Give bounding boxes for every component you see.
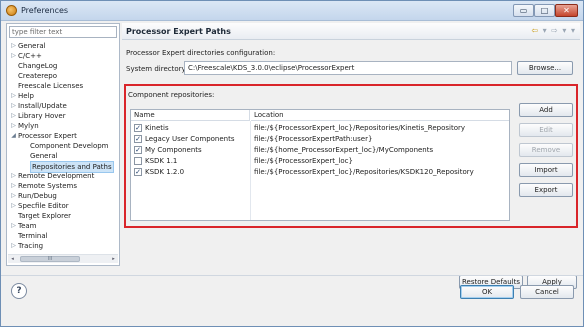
- scroll-left-icon[interactable]: ◂: [8, 255, 17, 263]
- expand-arrow-icon: [10, 71, 17, 81]
- repo-checkbox[interactable]: ✓: [134, 124, 142, 132]
- expand-arrow-icon: [10, 211, 17, 221]
- import-button[interactable]: Import: [519, 163, 573, 177]
- filter-input[interactable]: [9, 26, 117, 38]
- page-nav-arrows: ⇦ ▾ ⇨ ▾ ▾: [531, 26, 576, 35]
- window-title: Preferences: [21, 6, 69, 15]
- help-icon[interactable]: ?: [11, 283, 27, 299]
- repo-location: file:/${ProcessorExpert_loc}: [254, 157, 353, 165]
- back-arrow-icon[interactable]: ⇦: [531, 26, 539, 35]
- repo-checkbox[interactable]: ✓: [134, 168, 142, 176]
- edit-button[interactable]: Edit: [519, 123, 573, 137]
- preferences-tree: ▷ General ▷ C/C++ ChangeLog Createrepo Fre…: [10, 41, 114, 251]
- forward-menu-icon[interactable]: ▾: [562, 26, 567, 35]
- remove-button[interactable]: Remove: [519, 143, 573, 157]
- column-header-location[interactable]: Location: [251, 110, 509, 121]
- repo-location: file:/${ProcessorExpert_loc}/Repositorie…: [254, 124, 465, 132]
- column-header-name[interactable]: Name: [131, 110, 250, 121]
- expand-arrow-icon[interactable]: ▷: [10, 121, 17, 131]
- repo-checkbox[interactable]: [134, 157, 142, 165]
- table-row[interactable]: ✓ Legacy User Components file:/${Process…: [131, 134, 509, 145]
- expand-arrow-icon[interactable]: ▷: [10, 41, 17, 51]
- expand-arrow-icon[interactable]: ▷: [10, 51, 17, 61]
- repo-name: Kinetis: [145, 124, 169, 132]
- expand-arrow-icon: [10, 231, 17, 241]
- table-row[interactable]: KSDK 1.1 file:/${ProcessorExpert_loc}: [131, 156, 509, 167]
- browse-button[interactable]: Browse...: [517, 61, 573, 75]
- app-icon: [6, 5, 17, 16]
- nav-horizontal-scrollbar[interactable]: ◂ III ▸: [8, 254, 118, 263]
- system-directory-label: System directory: [126, 65, 186, 73]
- expand-arrow-icon[interactable]: ▷: [10, 181, 17, 191]
- repo-name: My Components: [145, 146, 202, 154]
- preferences-window: Preferences ▭ □ ✕ ▷General ▷C/C++ Change…: [0, 0, 584, 327]
- scroll-thumb[interactable]: III: [20, 256, 80, 262]
- repo-name: KSDK 1.1: [145, 157, 178, 165]
- ok-button[interactable]: OK: [460, 285, 514, 299]
- expand-arrow-icon: [10, 61, 17, 71]
- repo-checkbox[interactable]: ✓: [134, 146, 142, 154]
- footer-divider: [1, 275, 583, 276]
- preference-page: Processor Expert Paths ⇦ ▾ ⇨ ▾ ▾ Process…: [122, 23, 580, 289]
- cancel-button[interactable]: Cancel: [520, 285, 574, 299]
- component-repositories-label: Component repositories:: [128, 91, 215, 99]
- table-row[interactable]: ✓ My Components file:/${home_ProcessorEx…: [131, 145, 509, 156]
- repo-name: KSDK 1.2.0: [145, 168, 185, 176]
- system-directory-field[interactable]: C:\Freescale\KDS_3.0.0\eclipse\Processor…: [184, 61, 512, 75]
- expand-arrow-icon[interactable]: ▷: [10, 201, 17, 211]
- expand-arrow-icon[interactable]: ▷: [10, 191, 17, 201]
- maximize-button[interactable]: □: [534, 4, 555, 17]
- expand-arrow-icon[interactable]: ▷: [10, 101, 17, 111]
- collapse-arrow-icon[interactable]: ◢: [10, 131, 17, 141]
- repo-location: file:/${ProcessorExpertPath:user}: [254, 135, 373, 143]
- expand-arrow-icon[interactable]: ▷: [10, 241, 17, 251]
- repo-location: file:/${ProcessorExpert_loc}/Repositorie…: [254, 168, 474, 176]
- expand-arrow-icon[interactable]: ▷: [10, 111, 17, 121]
- expand-arrow-icon[interactable]: ▷: [10, 221, 17, 231]
- title-bar: Preferences ▭ □ ✕: [1, 1, 583, 21]
- expand-arrow-icon[interactable]: ▷: [10, 171, 17, 181]
- preferences-nav-panel: ▷General ▷C/C++ ChangeLog Createrepo Fre…: [6, 23, 120, 266]
- forward-arrow-icon[interactable]: ⇨: [551, 26, 559, 35]
- page-title: Processor Expert Paths: [126, 27, 231, 36]
- minimize-button[interactable]: ▭: [513, 4, 534, 17]
- repo-location: file:/${home_ProcessorExpert_loc}/MyComp…: [254, 146, 434, 154]
- expand-arrow-icon[interactable]: ▷: [10, 91, 17, 101]
- repo-checkbox[interactable]: ✓: [134, 135, 142, 143]
- close-button[interactable]: ✕: [555, 4, 578, 17]
- repo-name: Legacy User Components: [145, 135, 235, 143]
- repositories-table: Name Location ✓ Kinetis file:/${Processo…: [130, 109, 510, 221]
- back-menu-icon[interactable]: ▾: [543, 26, 548, 35]
- table-row[interactable]: ✓ KSDK 1.2.0 file:/${ProcessorExpert_loc…: [131, 167, 509, 178]
- add-button[interactable]: Add: [519, 103, 573, 117]
- expand-arrow-icon: [10, 81, 17, 91]
- table-row[interactable]: ✓ Kinetis file:/${ProcessorExpert_loc}/R…: [131, 123, 509, 134]
- scroll-right-icon[interactable]: ▸: [109, 255, 118, 263]
- view-menu-icon[interactable]: ▾: [571, 26, 576, 35]
- page-header: Processor Expert Paths ⇦ ▾ ⇨ ▾ ▾: [122, 23, 580, 40]
- dir-config-label: Processor Expert directories configurati…: [126, 49, 276, 57]
- export-button[interactable]: Export: [519, 183, 573, 197]
